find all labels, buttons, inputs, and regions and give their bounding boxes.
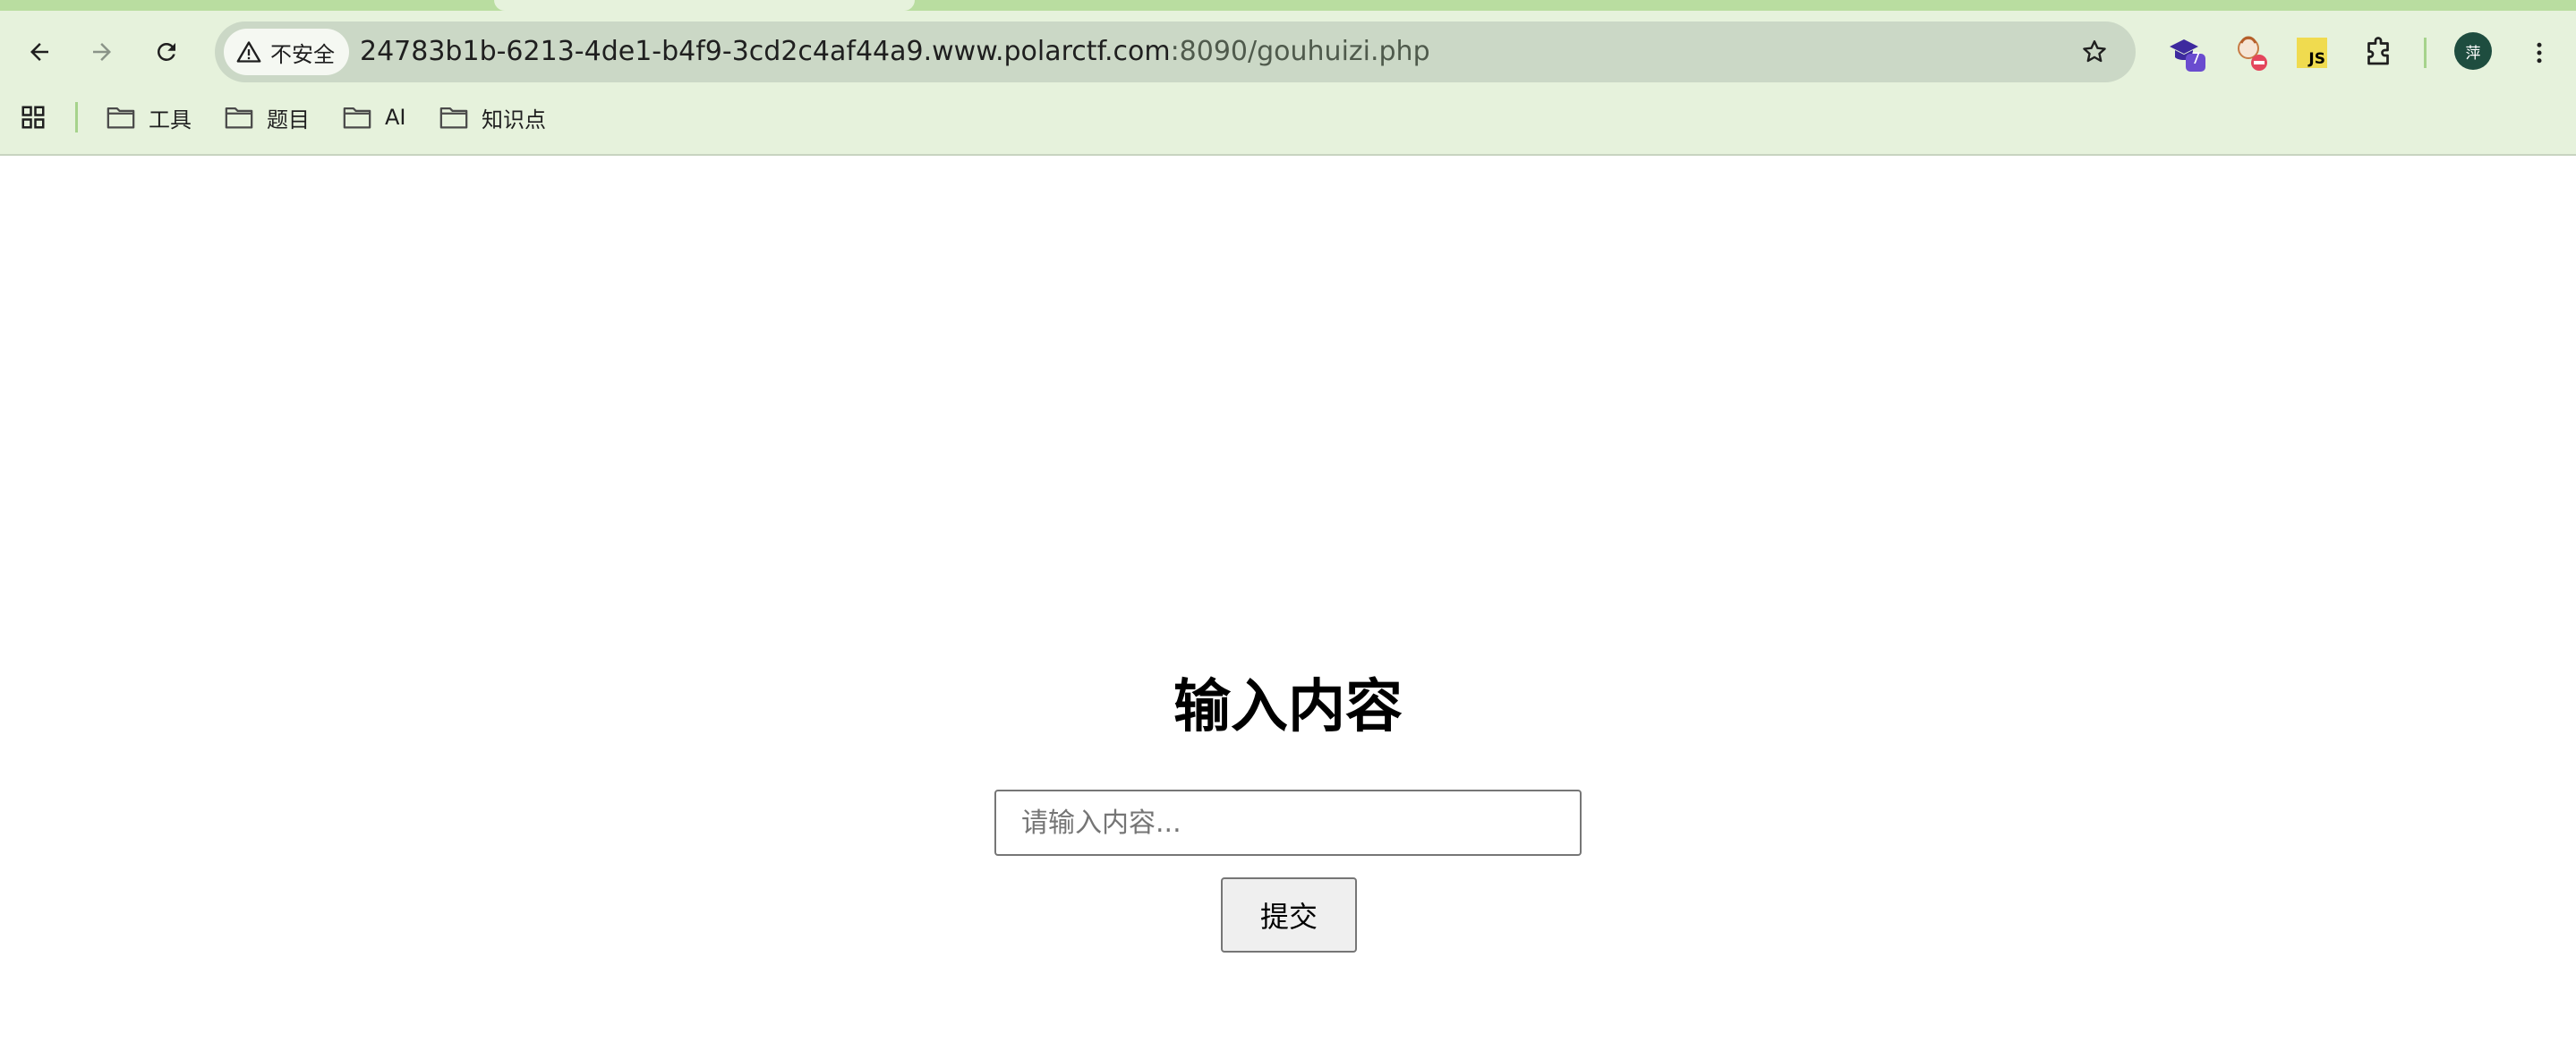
security-chip[interactable]: 不安全 — [224, 29, 349, 75]
security-label: 不安全 — [270, 41, 335, 67]
more-vert-icon — [2537, 42, 2542, 64]
bookmarks-bar: 工具 题目 AI 知识点 — [0, 95, 2576, 140]
address-bar[interactable]: 不安全 24783b1b-6213-4de1-b4f9-3cd2c4af44a9… — [215, 21, 2136, 82]
arrow-right-icon — [93, 43, 111, 61]
extension-graduation-cap-icon[interactable]: 7 — [2164, 30, 2209, 75]
reload-icon — [158, 42, 175, 61]
active-tab[interactable] — [494, 0, 915, 11]
extension-badge: 7 — [2191, 50, 2201, 68]
url-host: 24783b1b-6213-4de1-b4f9-3cd2c4af44a9.www… — [360, 36, 1171, 67]
apps-grid-icon — [21, 106, 45, 129]
menu-button[interactable] — [2517, 30, 2562, 75]
bookmark-folder-ai[interactable]: AI — [342, 95, 406, 140]
page-content: 输入内容 提交 — [0, 156, 2576, 1060]
bookmark-star-button[interactable] — [2075, 32, 2114, 72]
star-icon — [2083, 40, 2106, 63]
browser-toolbar: 不安全 24783b1b-6213-4de1-b4f9-3cd2c4af44a9… — [0, 14, 2576, 90]
submit-button[interactable]: 提交 — [1221, 877, 1357, 953]
folder-icon — [343, 107, 371, 129]
forward-button[interactable] — [75, 25, 129, 79]
apps-button[interactable] — [20, 95, 47, 140]
tab-strip — [0, 0, 2576, 11]
back-button[interactable] — [13, 25, 66, 79]
folder-icon — [225, 107, 253, 129]
bookmark-label: 题目 — [267, 107, 310, 132]
bookmarks-divider — [75, 102, 78, 132]
warning-icon — [236, 41, 261, 63]
content-input[interactable] — [994, 790, 1582, 856]
bookmark-folder-tools[interactable]: 工具 — [106, 95, 192, 140]
bookmark-folder-knowledge[interactable]: 知识点 — [439, 95, 546, 140]
url-text[interactable]: 24783b1b-6213-4de1-b4f9-3cd2c4af44a9.www… — [360, 21, 1430, 82]
bookmark-label: 知识点 — [482, 107, 546, 132]
bookmark-folder-problems[interactable]: 题目 — [224, 95, 310, 140]
folder-icon — [107, 107, 135, 129]
toolbar-divider — [2424, 38, 2427, 68]
bookmark-label: AI — [385, 105, 406, 130]
extension-js-icon[interactable]: JS — [2290, 30, 2334, 75]
browser-chrome: 不安全 24783b1b-6213-4de1-b4f9-3cd2c4af44a9… — [0, 0, 2576, 156]
page-title: 输入内容 — [1173, 674, 1403, 740]
reload-button[interactable] — [140, 25, 193, 79]
js-label: JS — [2308, 50, 2325, 68]
extensions-puzzle-icon[interactable] — [2356, 30, 2401, 75]
arrow-left-icon — [30, 43, 48, 61]
profile-avatar[interactable]: 萍 — [2454, 32, 2492, 70]
extension-blocked-icon[interactable] — [2229, 30, 2273, 75]
url-path: :8090/gouhuizi.php — [1170, 36, 1430, 67]
folder-icon — [439, 107, 468, 129]
bookmark-label: 工具 — [149, 107, 192, 132]
